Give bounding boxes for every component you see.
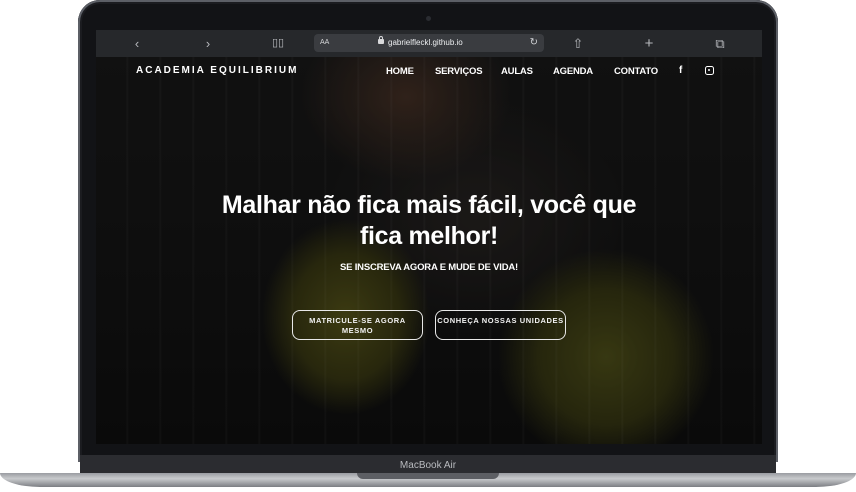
text-size-button[interactable]: AA [320,34,329,52]
share-icon[interactable]: ⇧ [568,30,588,57]
site-navbar: ACADEMIA EQUILIBRIUM HOME SERVIÇOS AULAS… [96,57,762,85]
camera-icon [426,16,431,21]
nav-agenda[interactable]: AGENDA [553,66,593,77]
url-text[interactable]: gabrielfleckl.github.io [388,34,463,52]
address-bar[interactable]: AA gabrielfleckl.github.io ↻ [314,34,544,52]
facebook-icon[interactable]: f [679,65,682,76]
tabs-icon[interactable]: ⧉ [710,30,730,57]
device-model-label: MacBook Air [399,460,457,471]
nav-servicos[interactable]: SERVIÇOS [435,66,483,77]
hero-section: ACADEMIA EQUILIBRIUM HOME SERVIÇOS AULAS… [96,57,762,444]
browser-toolbar: ‹ › ▯▯ AA gabrielfleckl.github.io ↻ ⇧ + … [96,30,762,57]
laptop-notch [357,473,499,479]
forward-icon[interactable]: › [198,30,218,57]
new-tab-icon[interactable]: + [639,30,659,57]
nav-home[interactable]: HOME [386,66,414,77]
screen: ‹ › ▯▯ AA gabrielfleckl.github.io ↻ ⇧ + … [96,30,762,444]
brand-logo[interactable]: ACADEMIA EQUILIBRIUM [136,65,298,76]
nav-contato[interactable]: CONTATO [614,66,658,77]
back-icon[interactable]: ‹ [127,30,147,57]
locations-button[interactable]: CONHEÇA NOSSAS UNIDADES [435,310,566,340]
reader-icon[interactable]: ▯▯ [268,30,288,57]
hero-headline: Malhar não fica mais fácil, você que fic… [221,191,637,250]
lock-icon [378,36,384,44]
enroll-button[interactable]: MATRICULE-SE AGORA MESMO [292,310,423,340]
instagram-icon[interactable] [705,66,714,75]
nav-aulas[interactable]: AULAS [501,66,533,77]
reload-icon[interactable]: ↻ [530,34,538,52]
hero-subline: SE INSCREVA AGORA E MUDE DE VIDA! [340,262,518,273]
